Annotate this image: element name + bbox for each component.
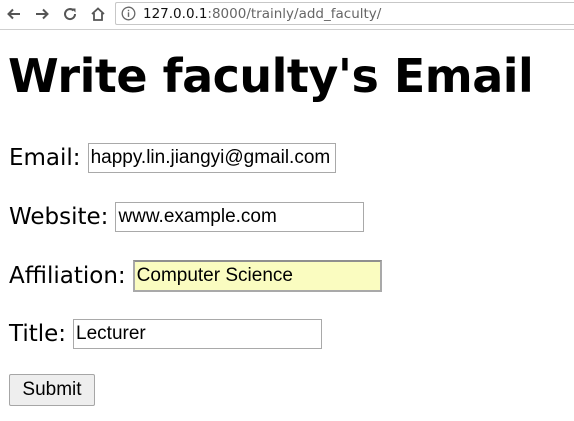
- home-icon: [91, 7, 105, 21]
- forward-button[interactable]: [31, 3, 53, 25]
- website-label: Website:: [9, 204, 109, 230]
- url-path: :8000/trainly/add_faculty/: [207, 6, 382, 22]
- submit-button[interactable]: Submit: [9, 374, 95, 406]
- address-bar[interactable]: 127.0.0.1:8000/trainly/add_faculty/: [115, 2, 574, 25]
- website-row: Website:: [9, 200, 365, 234]
- title-field[interactable]: [73, 319, 323, 349]
- email-field[interactable]: [87, 143, 336, 173]
- email-label: Email:: [9, 145, 81, 171]
- home-button[interactable]: [87, 3, 109, 25]
- website-field[interactable]: [115, 202, 365, 232]
- affiliation-row: Affiliation:: [9, 259, 382, 293]
- affiliation-field[interactable]: [132, 260, 382, 292]
- url-host: 127.0.0.1: [143, 6, 208, 22]
- affiliation-label: Affiliation:: [9, 263, 126, 289]
- title-row: Title:: [9, 317, 323, 351]
- back-arrow-icon: [7, 8, 20, 20]
- reload-icon: [64, 8, 77, 21]
- back-button[interactable]: [3, 3, 25, 25]
- reload-button[interactable]: [59, 3, 81, 25]
- browser-toolbar: 127.0.0.1:8000/trainly/add_faculty/: [0, 0, 574, 30]
- info-icon[interactable]: [121, 6, 136, 21]
- email-row: Email:: [9, 141, 336, 175]
- page-title: Write faculty's Email: [8, 49, 534, 103]
- forward-arrow-icon: [36, 8, 49, 20]
- url-text: 127.0.0.1:8000/trainly/add_faculty/: [143, 5, 381, 23]
- title-label: Title:: [9, 321, 67, 347]
